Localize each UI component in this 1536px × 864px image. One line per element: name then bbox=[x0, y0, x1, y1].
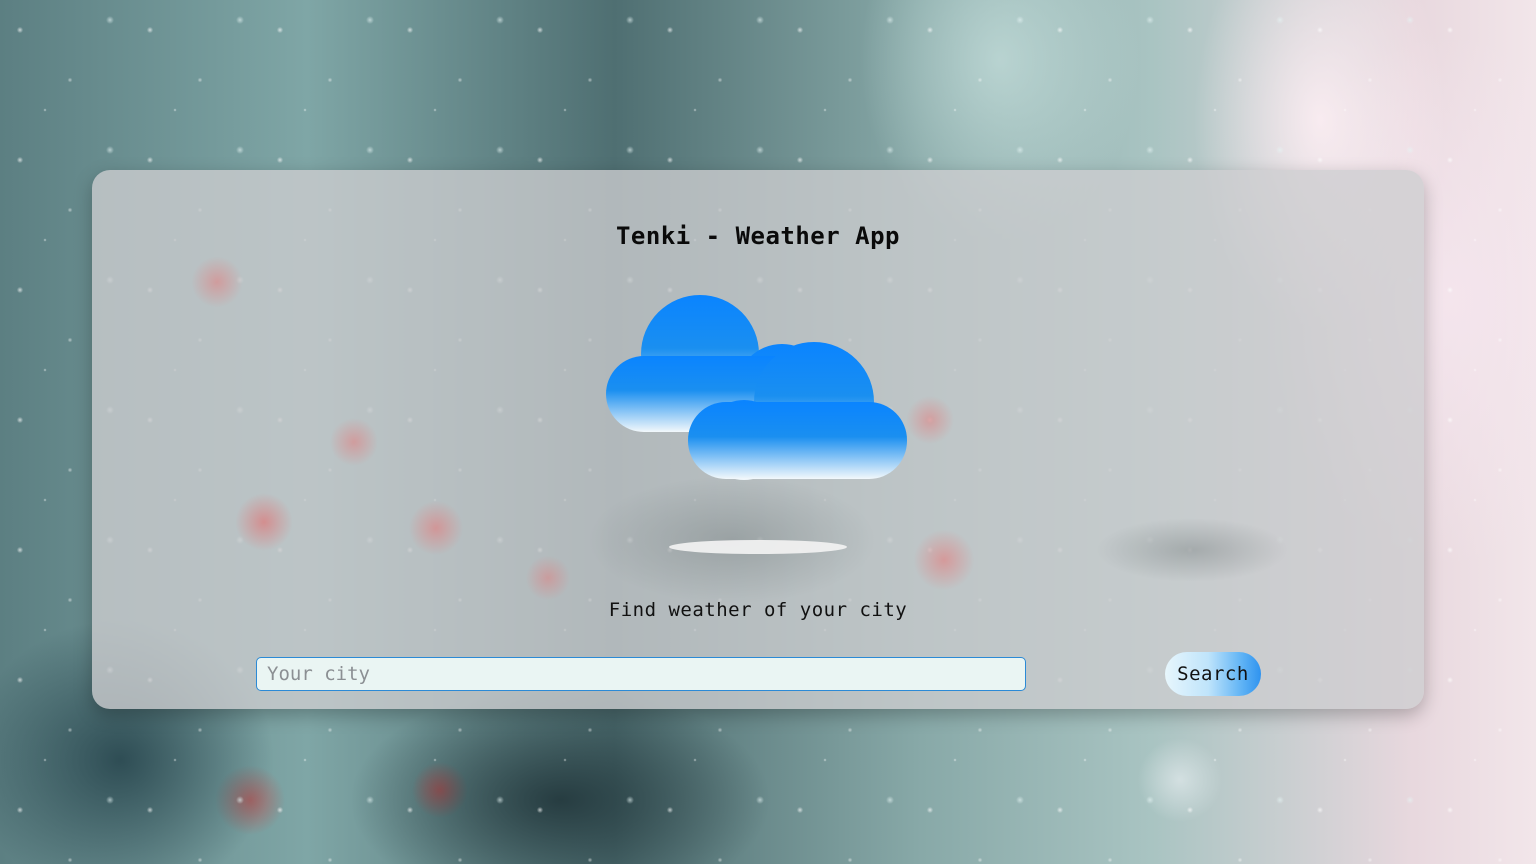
app-title: Tenki - Weather App bbox=[615, 222, 901, 250]
city-search-input[interactable] bbox=[256, 657, 1026, 691]
weather-card: Tenki - Weather App Find weather of your… bbox=[92, 170, 1424, 709]
icon-shadow bbox=[669, 540, 847, 554]
page-subtitle: Find weather of your city bbox=[608, 599, 908, 621]
search-button[interactable]: Search bbox=[1165, 652, 1261, 696]
cloudy-icon bbox=[606, 294, 908, 482]
